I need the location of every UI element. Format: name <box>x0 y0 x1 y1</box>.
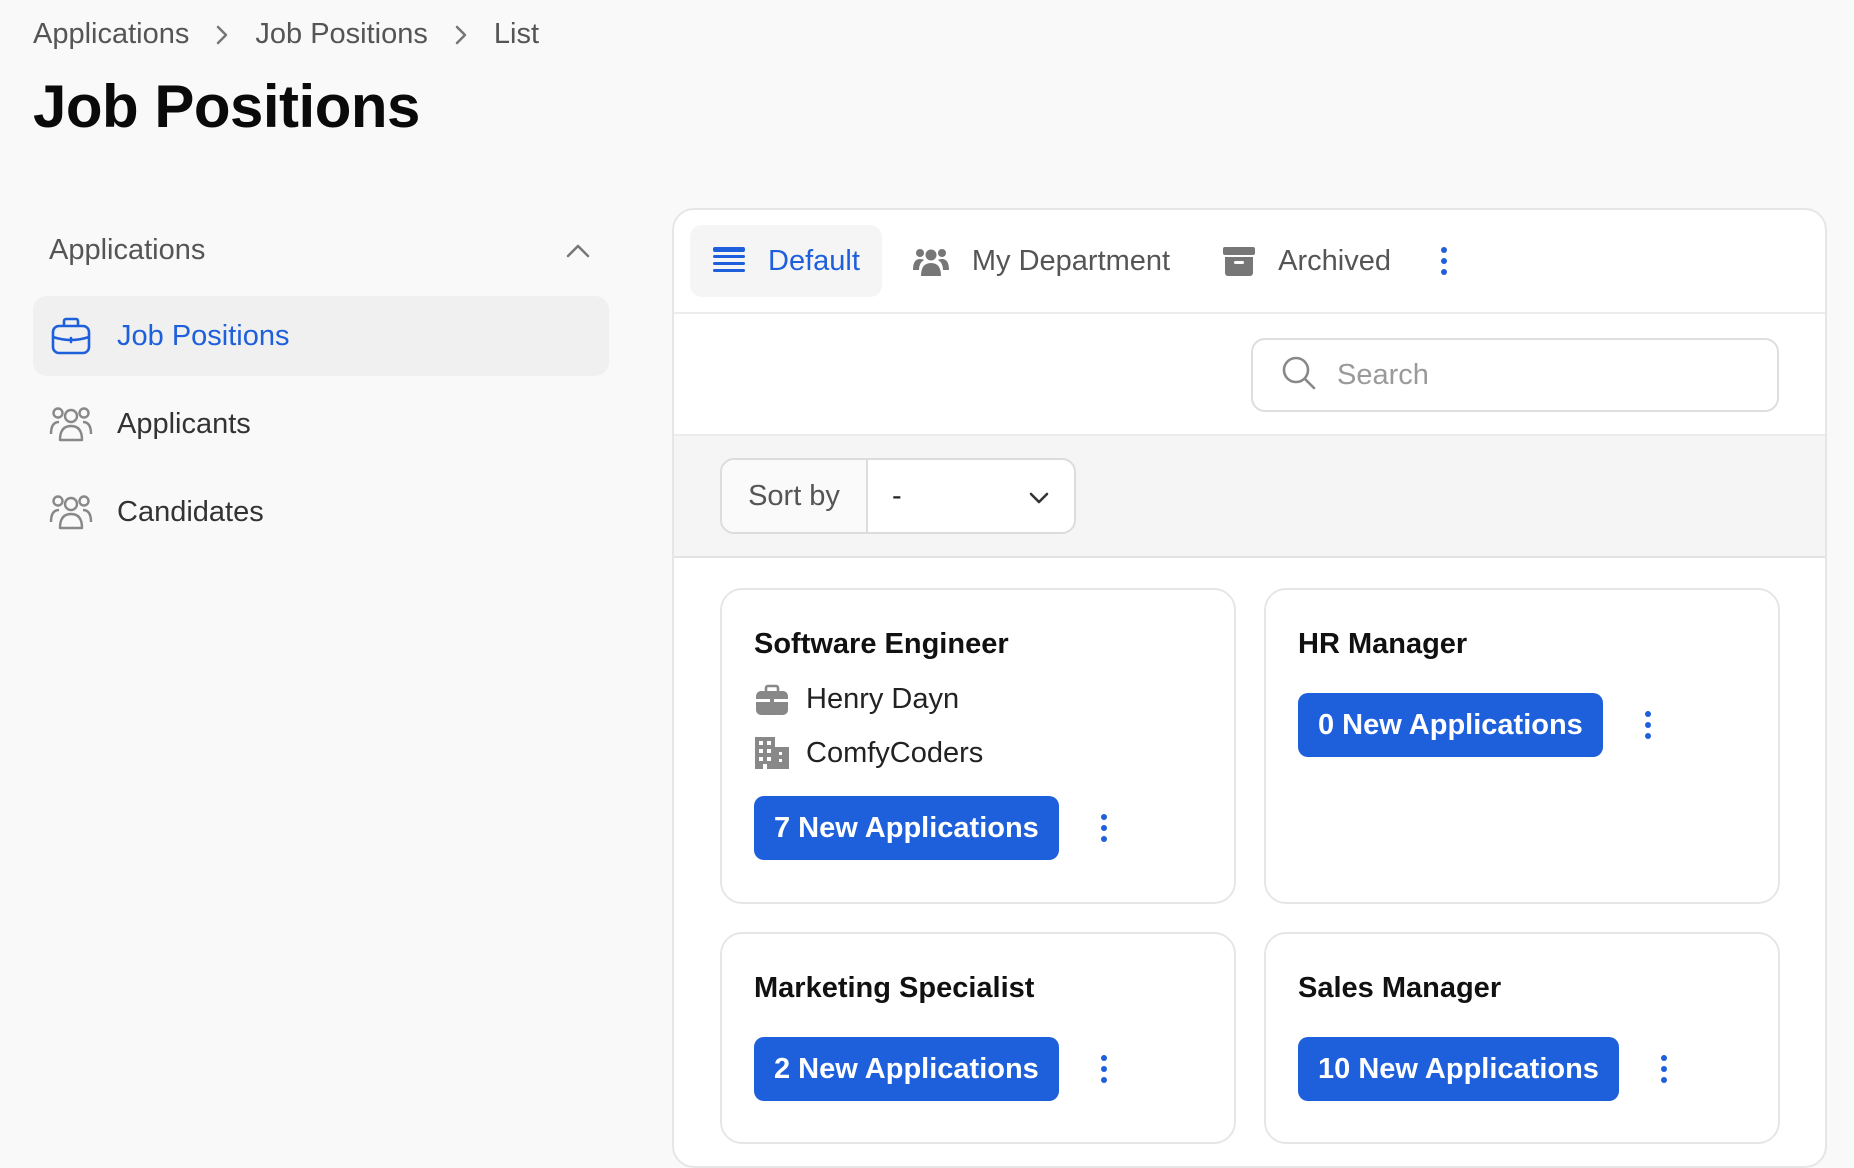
new-applications-button[interactable]: 0 New Applications <box>1298 693 1603 757</box>
breadcrumb: Applications Job Positions List <box>33 18 539 51</box>
sort-select[interactable]: - <box>868 460 1074 532</box>
sidebar: Applications Job Positions Applicants Ca… <box>33 222 609 552</box>
chevron-right-icon <box>454 24 468 46</box>
sidebar-item-label: Job Positions <box>117 319 290 352</box>
more-options-icon[interactable] <box>1657 1051 1671 1087</box>
users-icon <box>49 490 93 534</box>
more-options-icon[interactable] <box>1641 707 1655 743</box>
job-card-actions: 0 New Applications <box>1298 693 1746 757</box>
tab-label: My Department <box>971 244 1171 277</box>
job-title: Software Engineer <box>754 628 1009 660</box>
search-field[interactable] <box>1251 338 1779 412</box>
sidebar-group-label: Applications <box>49 233 206 266</box>
search-icon <box>1281 355 1317 396</box>
job-title: Sales Manager <box>1298 972 1502 1004</box>
job-company: ComfyCoders <box>754 736 1202 770</box>
tab-label: Default <box>768 244 860 277</box>
job-card-actions: 7 New Applications <box>754 796 1202 860</box>
breadcrumb-item-list: List <box>493 18 540 50</box>
new-applications-button[interactable]: 7 New Applications <box>754 796 1059 860</box>
breadcrumb-item-job-positions[interactable]: Job Positions <box>255 18 428 51</box>
job-card[interactable]: HR Manager 0 New Applications <box>1264 588 1780 904</box>
sort-value: - <box>892 479 902 512</box>
job-positions-panel: Default My Department Archived Sort <box>672 208 1827 1168</box>
sort-control: Sort by - <box>720 458 1076 534</box>
tab-archived[interactable]: Archived <box>1200 225 1413 297</box>
chevron-right-icon <box>215 24 229 46</box>
job-manager: Henry Dayn <box>754 683 1202 716</box>
chevron-up-icon[interactable] <box>565 234 591 267</box>
sidebar-item-job-positions[interactable]: Job Positions <box>33 296 609 376</box>
search-bar-row <box>674 314 1825 436</box>
job-title: Marketing Specialist <box>754 972 1035 1004</box>
search-input[interactable] <box>1337 358 1757 392</box>
job-card[interactable]: Sales Manager 10 New Applications <box>1264 932 1780 1144</box>
users-icon <box>49 402 93 446</box>
sidebar-item-applicants[interactable]: Applicants <box>33 384 609 464</box>
sort-bar-row: Sort by - <box>674 436 1825 558</box>
sidebar-item-label: Applicants <box>117 407 251 440</box>
list-icon <box>712 246 746 276</box>
job-manager-name: Henry Dayn <box>806 683 960 715</box>
page-title: Job Positions <box>33 73 420 140</box>
more-tabs-icon[interactable] <box>1421 225 1467 297</box>
tab-bar: Default My Department Archived <box>674 210 1825 314</box>
briefcase-icon <box>754 684 790 716</box>
sidebar-group-header[interactable]: Applications <box>33 222 609 278</box>
tab-my-department[interactable]: My Department <box>890 225 1192 297</box>
job-card-actions: 2 New Applications <box>754 1037 1202 1101</box>
briefcase-icon <box>49 314 93 358</box>
job-card[interactable]: Software Engineer Henry Dayn ComfyCoders… <box>720 588 1236 904</box>
building-icon <box>754 736 790 770</box>
job-title: HR Manager <box>1298 628 1468 660</box>
breadcrumb-item-applications[interactable]: Applications <box>33 18 189 51</box>
job-card[interactable]: Marketing Specialist 2 New Applications <box>720 932 1236 1144</box>
job-positions-grid: Software Engineer Henry Dayn ComfyCoders… <box>720 588 1780 1144</box>
chevron-down-icon <box>1028 480 1050 513</box>
tab-default[interactable]: Default <box>690 225 882 297</box>
new-applications-button[interactable]: 2 New Applications <box>754 1037 1059 1101</box>
more-options-icon[interactable] <box>1097 810 1111 846</box>
users-icon <box>912 245 950 277</box>
sidebar-item-label: Candidates <box>117 495 264 528</box>
tab-label: Archived <box>1278 244 1391 277</box>
sidebar-item-candidates[interactable]: Candidates <box>33 472 609 552</box>
job-card-actions: 10 New Applications <box>1298 1037 1746 1101</box>
more-options-icon[interactable] <box>1097 1051 1111 1087</box>
job-company-name: ComfyCoders <box>806 736 984 769</box>
new-applications-button[interactable]: 10 New Applications <box>1298 1037 1619 1101</box>
archive-icon <box>1222 245 1256 277</box>
sort-label: Sort by <box>722 460 868 532</box>
